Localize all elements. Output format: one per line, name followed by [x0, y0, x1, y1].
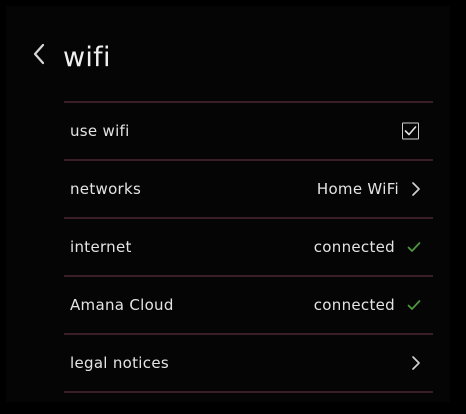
checkmark-icon — [407, 299, 421, 311]
wifi-settings-panel: wifi use wifi networks Home WiFi interne… — [6, 6, 450, 402]
row-legal-notices[interactable]: legal notices — [64, 335, 433, 391]
row-label: legal notices — [70, 354, 169, 372]
row-label: use wifi — [70, 122, 130, 140]
settings-list: use wifi networks Home WiFi internet con… — [64, 101, 433, 393]
header: wifi — [6, 6, 450, 86]
row-use-wifi[interactable]: use wifi — [64, 103, 433, 159]
checkmark-icon — [407, 241, 421, 253]
row-internet: internet connected — [64, 219, 433, 275]
row-label: internet — [70, 238, 132, 256]
back-button[interactable] — [32, 42, 52, 76]
checkmark-icon — [404, 126, 417, 137]
row-amana-cloud: Amana Cloud connected — [64, 277, 433, 333]
network-name: Home WiFi — [316, 180, 399, 198]
divider — [64, 391, 433, 393]
chevron-left-icon — [32, 42, 52, 66]
status-text: connected — [313, 296, 395, 314]
status-text: connected — [313, 238, 395, 256]
page-title: wifi — [63, 42, 111, 73]
chevron-right-icon — [411, 181, 421, 197]
row-label: networks — [70, 180, 142, 198]
use-wifi-checkbox[interactable] — [402, 122, 419, 140]
row-label: Amana Cloud — [70, 296, 174, 314]
row-networks[interactable]: networks Home WiFi — [64, 161, 433, 217]
chevron-right-icon — [411, 355, 421, 371]
screen: wifi use wifi networks Home WiFi interne… — [0, 0, 466, 414]
